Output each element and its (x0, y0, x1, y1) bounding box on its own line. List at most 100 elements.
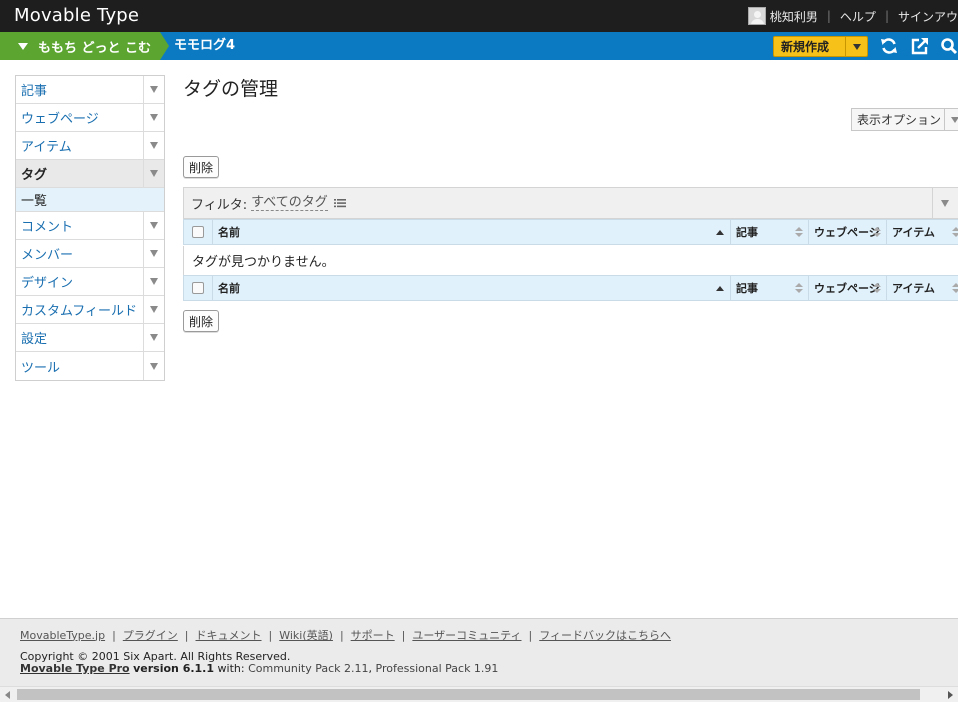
sidebar-item-label: 記事 (21, 84, 48, 99)
column-header-entries[interactable]: 記事 (731, 220, 809, 244)
column-header-name[interactable]: 名前 (213, 276, 731, 300)
filter-value-link[interactable]: すべてのタグ (251, 195, 328, 211)
sort-icon (795, 227, 803, 238)
footer: MovableType.jp | プラグイン | ドキュメント | Wiki(英… (0, 618, 958, 686)
select-all-checkbox[interactable] (192, 282, 204, 294)
scroll-left-icon[interactable] (5, 691, 10, 699)
nav-bar: ももち どっと こむ モモログ4 新規作成 (0, 32, 958, 60)
separator: | (339, 628, 344, 642)
sidebar-toggle[interactable] (143, 212, 164, 239)
sidebar-item-custom-fields[interactable]: カスタムフィールド (16, 296, 164, 324)
sidebar-item-comments[interactable]: コメント (16, 212, 164, 240)
professional-pack-link[interactable]: Professional Pack 1.91 (376, 662, 499, 675)
caret-down-icon (18, 42, 28, 50)
footer-link-support[interactable]: サポート (351, 627, 395, 643)
new-create-dropdown[interactable] (845, 37, 867, 56)
sidebar-toggle[interactable] (143, 104, 164, 131)
sidebar-toggle[interactable] (143, 324, 164, 351)
sidebar-toggle[interactable] (143, 160, 164, 187)
list-icon[interactable] (333, 198, 346, 208)
sort-ascending-icon (716, 286, 724, 291)
signout-link[interactable]: サインアウ (898, 8, 958, 25)
sidebar-item-design[interactable]: デザイン (16, 268, 164, 296)
sidebar-item-members[interactable]: メンバー (16, 240, 164, 268)
separator: | (401, 628, 406, 642)
display-options-button[interactable]: 表示オプション (851, 108, 958, 131)
chevron-down-icon (941, 199, 949, 207)
table-header: 名前 記事 ウェブページ アイテム (183, 219, 958, 245)
table-footer-header: 名前 記事 ウェブページ アイテム (183, 275, 958, 301)
sidebar-item-tools[interactable]: ツール (16, 352, 164, 380)
column-header-assets[interactable]: アイテム (887, 276, 958, 300)
column-label: 名前 (218, 226, 240, 239)
horizontal-scrollbar[interactable] (0, 686, 958, 702)
sidebar-toggle[interactable] (143, 352, 164, 380)
user-avatar-icon[interactable] (747, 7, 766, 25)
column-header-name[interactable]: 名前 (213, 220, 731, 244)
footer-link-movabletype[interactable]: MovableType.jp (20, 629, 105, 642)
display-options-toggle[interactable] (944, 109, 958, 130)
sidebar-menu: 記事 ウェブページ アイテム タグ 一覧 コメント メンバー デザイン カスタム… (15, 75, 165, 381)
sidebar-item-webpages[interactable]: ウェブページ (16, 104, 164, 132)
sidebar-toggle[interactable] (143, 76, 164, 103)
footer-link-docs[interactable]: ドキュメント (196, 627, 262, 643)
sidebar-item-entries[interactable]: 記事 (16, 76, 164, 104)
sidebar-item-tags[interactable]: タグ (16, 160, 164, 188)
user-name-link[interactable]: 桃知利男 (770, 8, 818, 25)
sidebar-item-label: ウェブページ (21, 112, 99, 127)
app-logo[interactable]: Movable Type (14, 5, 139, 26)
community-pack-link[interactable]: Community Pack 2.11 (248, 662, 368, 675)
sidebar-item-settings[interactable]: 設定 (16, 324, 164, 352)
separator: | (184, 628, 189, 642)
help-link[interactable]: ヘルプ (840, 8, 876, 25)
column-header-assets[interactable]: アイテム (887, 220, 958, 244)
external-view-icon[interactable] (911, 37, 929, 55)
select-all-checkbox[interactable] (192, 226, 204, 238)
version-text: version 6.1.1 (133, 662, 215, 675)
sidebar-toggle[interactable] (143, 132, 164, 159)
chevron-down-icon (150, 222, 158, 229)
chevron-down-icon (950, 116, 958, 123)
footer-link-community[interactable]: ユーザーコミュニティ (412, 627, 521, 643)
footer-link-plugins[interactable]: プラグイン (123, 627, 178, 643)
select-all-cell (184, 220, 213, 244)
column-header-entries[interactable]: 記事 (731, 276, 809, 300)
sort-icon (873, 283, 881, 294)
delete-button-top[interactable]: 削除 (183, 156, 220, 178)
sidebar-item-assets[interactable]: アイテム (16, 132, 164, 160)
footer-link-wiki[interactable]: Wiki(英語) (279, 627, 333, 643)
sidebar-subitem-list[interactable]: 一覧 (16, 188, 164, 212)
chevron-down-icon (150, 170, 158, 177)
site-name: ももち どっと こむ (38, 40, 152, 56)
product-link[interactable]: Movable Type Pro (20, 662, 130, 675)
column-header-webpages[interactable]: ウェブページ (809, 276, 887, 300)
column-label: ウェブページ (814, 282, 880, 295)
sort-icon (952, 283, 958, 294)
sidebar-toggle[interactable] (143, 268, 164, 295)
scroll-right-icon[interactable] (948, 691, 953, 699)
sidebar-toggle[interactable] (143, 296, 164, 323)
separator: | (268, 628, 273, 642)
sidebar-item-label: カスタムフィールド (21, 304, 137, 319)
search-icon[interactable] (940, 37, 958, 55)
version-line: Movable Type Pro version 6.1.1 with: Com… (20, 662, 498, 675)
column-header-webpages[interactable]: ウェブページ (809, 220, 887, 244)
site-selector[interactable]: ももち どっと こむ (0, 32, 169, 60)
sort-icon (952, 227, 958, 238)
new-create-button[interactable]: 新規作成 (773, 36, 868, 57)
column-label: アイテム (892, 226, 935, 239)
scrollbar-thumb[interactable] (17, 689, 920, 700)
footer-link-feedback[interactable]: フィードバックはこちらへ (539, 627, 671, 643)
blog-name-link[interactable]: モモログ4 (174, 32, 235, 60)
comma-text: , (368, 662, 373, 675)
select-all-cell (184, 276, 213, 300)
filter-toggle[interactable] (932, 188, 958, 218)
filter-bar: フィルタ: すべてのタグ (183, 187, 958, 219)
refresh-icon[interactable] (880, 37, 898, 55)
sidebar-toggle[interactable] (143, 240, 164, 267)
user-area: 桃知利男 | ヘルプ | サインアウ (747, 0, 958, 32)
with-text: with: (217, 662, 245, 675)
sidebar-item-label: ツール (21, 360, 61, 376)
delete-button-bottom[interactable]: 削除 (183, 310, 220, 332)
sidebar-item-label: メンバー (21, 248, 74, 263)
